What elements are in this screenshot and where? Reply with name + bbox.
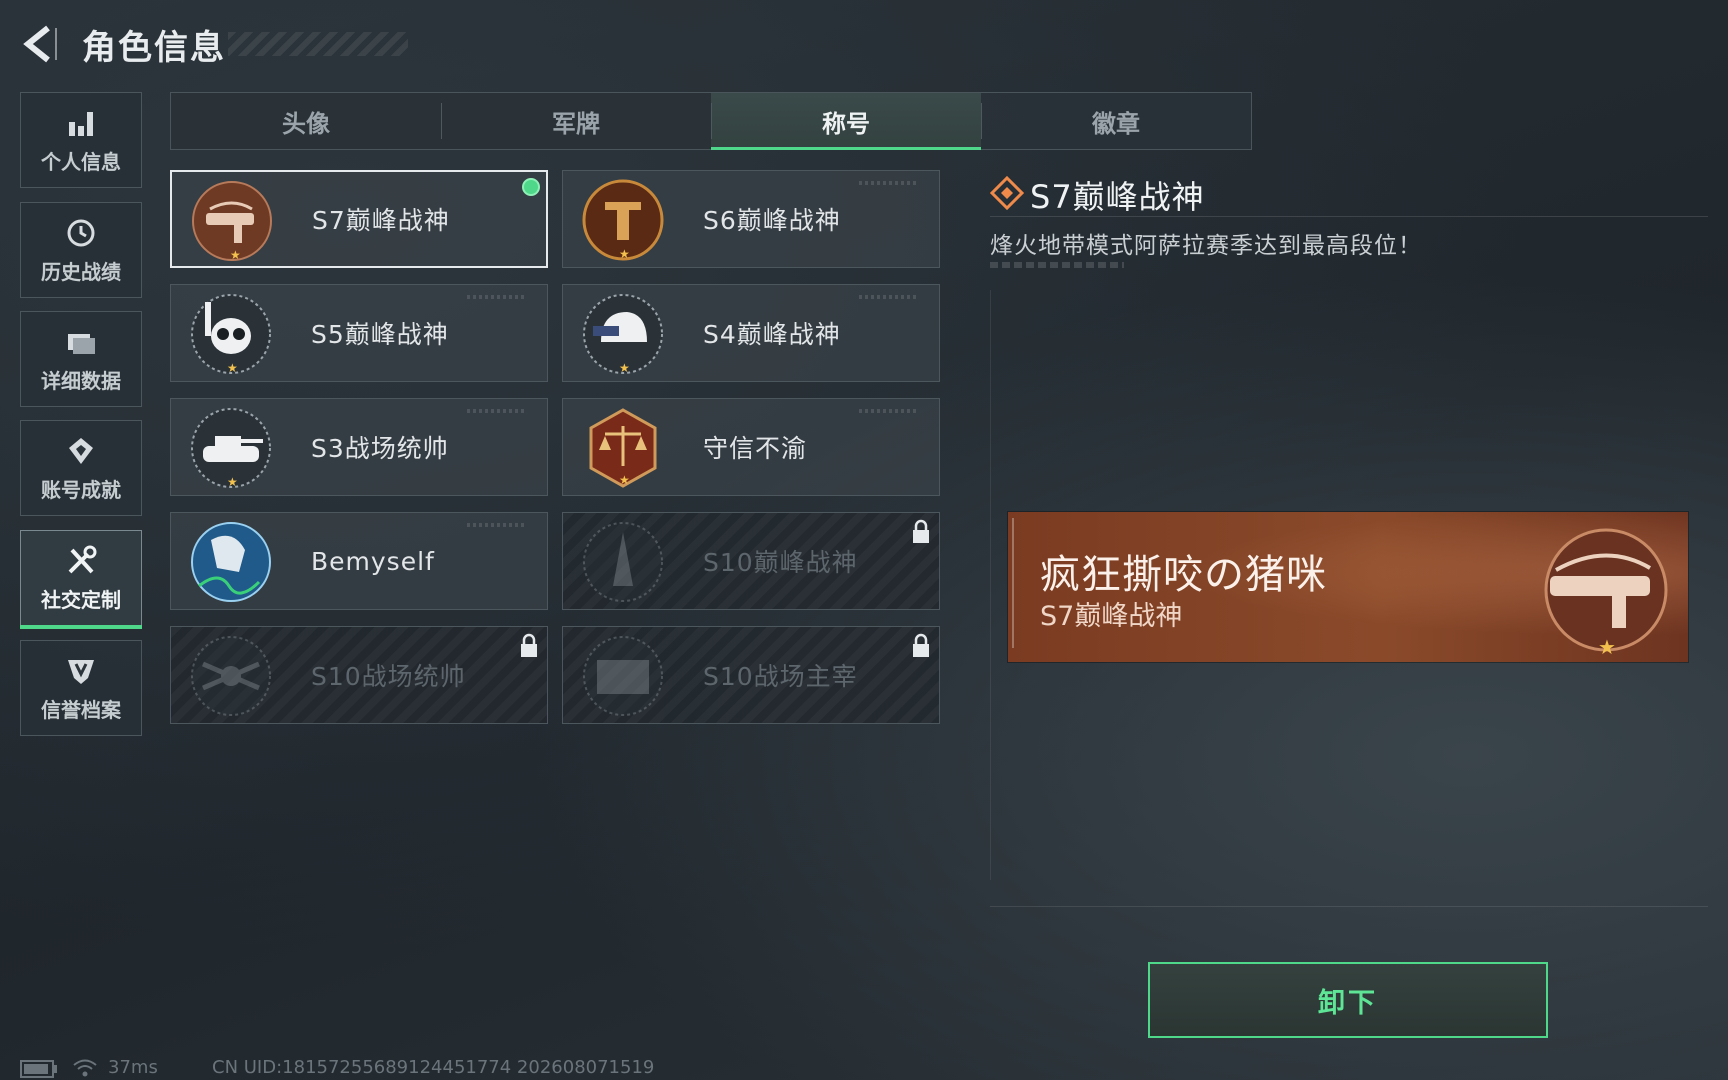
lock-icon xyxy=(521,633,537,657)
title-card-keep-faith[interactable]: ★ 守信不渝 xyxy=(562,398,940,496)
colosseum-emblem-icon xyxy=(583,636,663,716)
skull-mask-emblem-icon: ★ xyxy=(191,294,271,375)
svg-text:★: ★ xyxy=(227,361,238,375)
title-card-label: S4巅峰战神 xyxy=(703,320,841,349)
title-card-s5-peak[interactable]: ★ S5巅峰战神 xyxy=(170,284,548,382)
title-card-label: 守信不渝 xyxy=(703,434,808,463)
equipped-indicator xyxy=(522,178,540,196)
card-decoration xyxy=(859,409,919,413)
tower-emblem-icon xyxy=(583,522,663,602)
sidebar-item-label: 详细数据 xyxy=(41,368,121,393)
title-diamond-icon xyxy=(990,176,1024,210)
clock-icon xyxy=(67,219,95,246)
title-card-label: S10战场主宰 xyxy=(703,662,858,691)
tank-emblem-icon: ★ xyxy=(191,408,271,489)
title-card-label: S6巅峰战神 xyxy=(703,206,841,235)
battery-icon xyxy=(20,1060,57,1078)
soldier-signature-emblem-icon xyxy=(191,522,271,602)
detail-description: 烽火地带模式阿萨拉赛季达到最高段位！ xyxy=(990,233,1422,259)
nameplate-title: S7巅峰战神 xyxy=(1040,601,1183,632)
title-card-s10-dominator[interactable]: S10战场主宰 xyxy=(562,626,940,724)
nameplate-player-name: 疯狂撕咬の猪咪 xyxy=(1040,552,1327,598)
svg-text:★: ★ xyxy=(619,247,630,261)
page-title: 角色信息 xyxy=(82,28,226,68)
shield-t-emblem-icon: ★ xyxy=(582,179,664,261)
gun-emblem-icon: ★ xyxy=(1544,528,1668,659)
title-decoration xyxy=(228,32,408,56)
title-card-s4-peak[interactable]: ★ S4巅峰战神 xyxy=(562,284,940,382)
sidebar-item-social-custom[interactable]: 社交定制 xyxy=(20,530,142,629)
gun-emblem-icon: ★ xyxy=(192,181,272,262)
sidebar-item-label: 社交定制 xyxy=(41,587,121,612)
title-card-s10-peak[interactable]: S10巅峰战神 xyxy=(562,512,940,610)
title-card-label: S10巅峰战神 xyxy=(703,548,858,577)
card-decoration xyxy=(467,523,527,527)
sidebar-item-detailed-data[interactable]: 详细数据 xyxy=(20,311,142,407)
medal-icon xyxy=(69,437,93,464)
divider xyxy=(990,216,1708,217)
sidebar-item-achievements[interactable]: 账号成就 xyxy=(20,420,142,516)
title-card-s6-peak[interactable]: ★ S6巅峰战神 xyxy=(562,170,940,268)
title-card-s3-commander[interactable]: ★ S3战场统帅 xyxy=(170,398,548,496)
card-decoration xyxy=(859,181,919,185)
svg-text:★: ★ xyxy=(619,473,630,487)
sidebar-item-credit[interactable]: 信誉档案 xyxy=(20,640,142,736)
helmet-emblem-icon: ★ xyxy=(583,294,663,375)
divider xyxy=(990,906,1708,907)
lock-icon xyxy=(913,633,929,657)
title-card-label: S7巅峰战神 xyxy=(312,206,450,235)
nameplate-bracket xyxy=(1012,518,1024,648)
sidebar-item-label: 历史战绩 xyxy=(41,259,121,284)
sidebar-item-label: 个人信息 xyxy=(41,149,121,174)
tab-title[interactable]: 称号 xyxy=(711,93,981,150)
card-decoration xyxy=(467,295,527,299)
title-card-label: Bemyself xyxy=(311,546,435,576)
svg-text:★: ★ xyxy=(230,248,241,262)
tools-icon xyxy=(68,545,97,573)
card-decoration xyxy=(467,409,527,413)
title-card-bemyself[interactable]: Bemyself xyxy=(170,512,548,610)
detail-title: S7巅峰战神 xyxy=(1030,178,1205,216)
sidebar-item-personal-info[interactable]: 个人信息 xyxy=(20,92,142,188)
sidebar-item-label: 信誉档案 xyxy=(41,697,121,722)
tab-avatar[interactable]: 头像 xyxy=(171,93,441,149)
tab-bar: 头像 军牌 称号 徽章 xyxy=(170,92,1252,150)
ping-value: 37ms xyxy=(108,1057,158,1078)
detail-decoration xyxy=(990,262,1124,268)
svg-text:★: ★ xyxy=(619,361,630,375)
scales-emblem-icon: ★ xyxy=(589,408,657,488)
svg-text:★: ★ xyxy=(227,475,238,489)
uid-text: CN UID:1815725568912445​1774 20260807151… xyxy=(212,1057,655,1078)
tab-dog-tag[interactable]: 军牌 xyxy=(441,93,711,149)
wifi-icon xyxy=(73,1059,97,1077)
drone-emblem-icon xyxy=(191,636,271,716)
title-card-s10-commander[interactable]: S10战场统帅 xyxy=(170,626,548,724)
title-card-label: S10战场统帅 xyxy=(311,662,466,691)
folder-icon xyxy=(68,333,95,354)
sidebar-item-history[interactable]: 历史战绩 xyxy=(20,202,142,298)
svg-text:★: ★ xyxy=(1598,635,1616,659)
title-card-s7-peak[interactable]: ★ S7巅峰战神 xyxy=(170,170,548,268)
lock-icon xyxy=(913,519,929,543)
tab-badge[interactable]: 徽章 xyxy=(981,93,1251,149)
shield-icon xyxy=(68,659,94,684)
nameplate-preview: 疯狂撕咬の猪咪 S7巅峰战神 ★ xyxy=(1008,512,1688,662)
unequip-button[interactable]: 卸下 xyxy=(1148,962,1548,1038)
title-card-label: S5巅峰战神 xyxy=(311,320,449,349)
card-decoration xyxy=(859,295,919,299)
bar-chart-icon xyxy=(69,111,93,136)
back-arrow-icon[interactable] xyxy=(18,22,62,66)
sidebar-item-label: 账号成就 xyxy=(41,477,121,502)
title-card-label: S3战场统帅 xyxy=(311,434,449,463)
